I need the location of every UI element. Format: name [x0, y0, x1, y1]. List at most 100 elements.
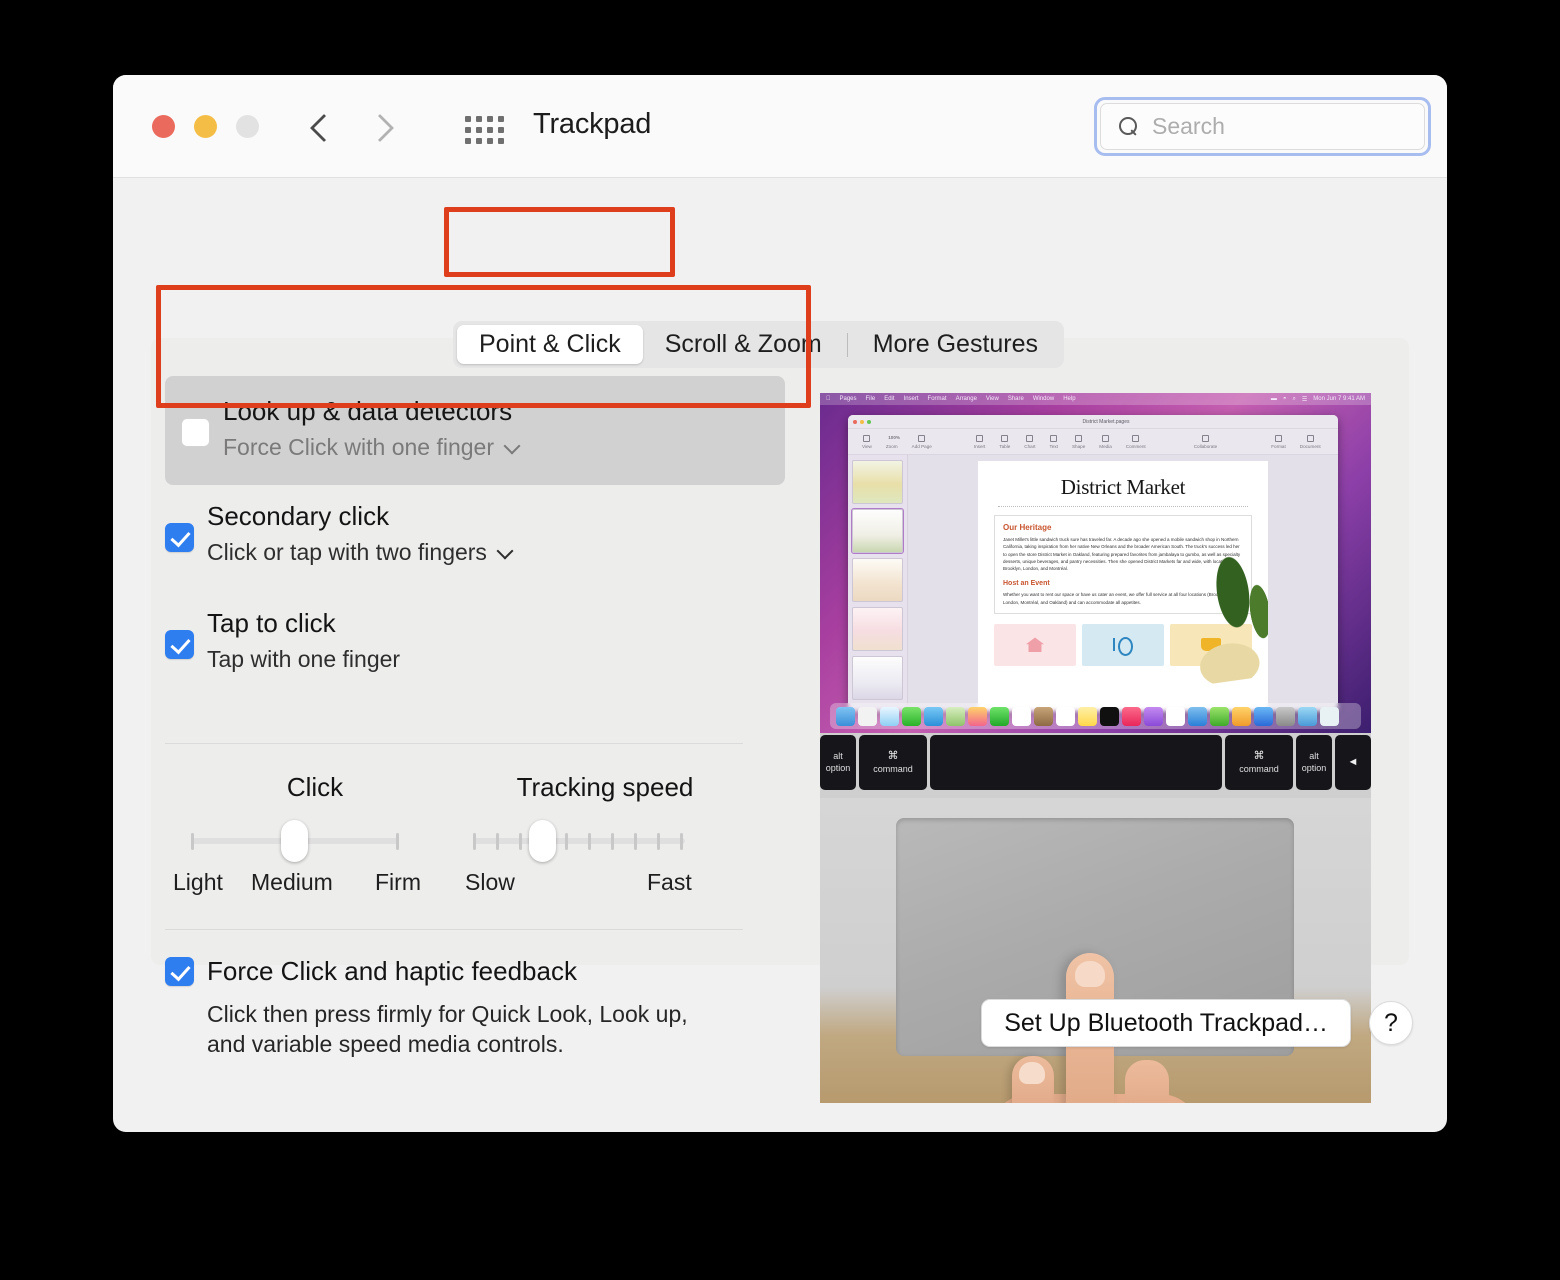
divider-top: [165, 743, 743, 744]
preview-menu-file: File: [866, 396, 876, 402]
option-text-group: Look up & data detectors Force Click wit…: [223, 394, 519, 463]
option-secondary-click[interactable]: Secondary click Click or tap with two fi…: [165, 491, 781, 576]
grid-dot: [498, 116, 504, 122]
preview-doc-heading1: Our Heritage: [1003, 523, 1243, 532]
grid-dot: [487, 116, 493, 122]
preview-menu-edit: Edit: [884, 396, 894, 402]
dock-finder-icon: [836, 707, 855, 726]
dock-mail-icon: [924, 707, 943, 726]
preview-tool-shape: Shape: [1072, 435, 1085, 449]
option-subtitle: Click or tap with two fingers: [207, 536, 487, 568]
option-look-up-and-data-detectors[interactable]: Look up & data detectors Force Click wit…: [165, 376, 785, 485]
option-subtitle-row[interactable]: Force Click with one finger: [223, 431, 519, 463]
control-center-icon: ☰: [1302, 396, 1307, 403]
tracking-label-slow: Slow: [465, 869, 515, 896]
click-slider-group: Click Light Medium Firm: [165, 772, 465, 899]
preview-menu-arrange: Arrange: [956, 396, 977, 402]
system-preferences-window: Trackpad Search Point & Click Scroll & Z…: [113, 75, 1447, 1132]
tracking-slider-labels: Slow Fast: [465, 869, 745, 899]
dock-launchpad-icon: [858, 707, 877, 726]
preview-keyboard-row: alt option ⌘ command ⌘ command alt opti: [820, 733, 1371, 798]
tab-more-gestures[interactable]: More Gestures: [851, 325, 1060, 364]
tracking-slider-track: [473, 838, 685, 844]
search-placeholder: Search: [1152, 113, 1225, 140]
force-click-header[interactable]: Force Click and haptic feedback: [165, 956, 781, 987]
click-slider-thumb[interactable]: [281, 820, 308, 862]
force-click-description-line1: Click then press firmly for Quick Look, …: [207, 999, 781, 1029]
dock-pages-icon: [1232, 707, 1251, 726]
show-all-grid-icon[interactable]: [465, 116, 504, 144]
key-command-label: command: [1239, 764, 1279, 775]
grid-dot: [498, 127, 504, 133]
grid-dot: [465, 138, 471, 144]
preview-menu-view: View: [986, 396, 999, 402]
divider-bottom: [165, 929, 743, 930]
option-title: Secondary click: [207, 499, 512, 533]
preview-desktop-screen:  Pages File Edit Insert Format Arrange …: [820, 393, 1371, 733]
click-slider-labels: Light Medium Firm: [165, 869, 465, 899]
preview-tool-document: Document: [1300, 435, 1321, 449]
back-chevron-icon[interactable]: [311, 111, 333, 143]
close-button[interactable]: [152, 115, 175, 138]
preview-menu-share: Share: [1008, 396, 1024, 402]
force-click-checkbox[interactable]: [165, 957, 194, 986]
set-up-bluetooth-trackpad-button[interactable]: Set Up Bluetooth Trackpad…: [981, 999, 1351, 1047]
grid-dot: [465, 127, 471, 133]
traffic-lights: [152, 115, 259, 138]
option-subtitle: Tap with one finger: [207, 643, 400, 675]
preview-menu-insert: Insert: [904, 396, 919, 402]
tap-to-click-checkbox[interactable]: [165, 630, 194, 659]
preview-tool-view: View: [862, 435, 872, 449]
click-slider[interactable]: [165, 823, 465, 859]
help-button[interactable]: ?: [1369, 1001, 1413, 1045]
dock-numbers-icon: [1210, 707, 1229, 726]
click-tick: [396, 833, 399, 850]
grid-dot: [476, 138, 482, 144]
chevron-down-icon[interactable]: [505, 440, 519, 454]
look-up-checkbox[interactable]: [181, 418, 210, 447]
key-arrow-left: ◄: [1335, 735, 1371, 790]
preview-menu-pages: Pages: [840, 396, 857, 402]
preview-page-thumb: [852, 607, 903, 651]
preview-close-dot: [853, 420, 857, 424]
option-subtitle-row[interactable]: Click or tap with two fingers: [207, 536, 512, 568]
secondary-click-checkbox[interactable]: [165, 523, 194, 552]
navigation-arrows: [311, 111, 395, 143]
key-option-right: alt option: [1296, 735, 1332, 790]
dock-trash-icon: [1320, 707, 1339, 726]
option-subtitle: Force Click with one finger: [223, 431, 494, 463]
preview-apple-icon: : [826, 396, 831, 402]
force-click-description-line2: and variable speed media controls.: [207, 1029, 781, 1059]
tracking-tick: [496, 833, 499, 850]
dock-appstore-icon: [1254, 707, 1273, 726]
preview-canvas: District Market Our Heritage Janet Mille…: [908, 455, 1338, 711]
tab-point-and-click[interactable]: Point & Click: [457, 325, 643, 364]
minimize-button[interactable]: [194, 115, 217, 138]
preview-min-dot: [860, 420, 864, 424]
preview-doc-rule: [998, 506, 1248, 507]
click-tick: [191, 833, 194, 850]
tracking-tick: [565, 833, 568, 850]
grid-dot: [465, 116, 471, 122]
dock-contacts-icon: [1034, 707, 1053, 726]
preview-menubar:  Pages File Edit Insert Format Arrange …: [820, 393, 1371, 405]
dock-messages-icon: [902, 707, 921, 726]
chevron-down-icon[interactable]: [498, 545, 512, 559]
tracking-tick: [588, 833, 591, 850]
option-text-group: Secondary click Click or tap with two fi…: [207, 499, 512, 568]
finger-left: [1012, 1056, 1054, 1103]
forward-chevron-icon: [373, 111, 395, 143]
tracking-slider-thumb[interactable]: [529, 820, 556, 862]
search-input[interactable]: Search: [1100, 103, 1425, 150]
preview-document-page: District Market Our Heritage Janet Mille…: [978, 461, 1268, 711]
grid-dot: [498, 138, 504, 144]
window-body: Point & Click Scroll & Zoom More Gesture…: [113, 178, 1447, 1132]
tab-scroll-and-zoom[interactable]: Scroll & Zoom: [643, 325, 844, 364]
dock-facetime-icon: [990, 707, 1009, 726]
tracking-speed-slider-group: Tracking speed: [465, 772, 745, 899]
tracking-slider[interactable]: [465, 823, 745, 859]
preview-tool-insert: Insert: [974, 435, 986, 449]
preview-pages-window: District Market.pages View 100%Zoom Add …: [848, 415, 1338, 711]
option-tap-to-click[interactable]: Tap to click Tap with one finger: [165, 598, 781, 683]
dock-preview-icon: [1298, 707, 1317, 726]
